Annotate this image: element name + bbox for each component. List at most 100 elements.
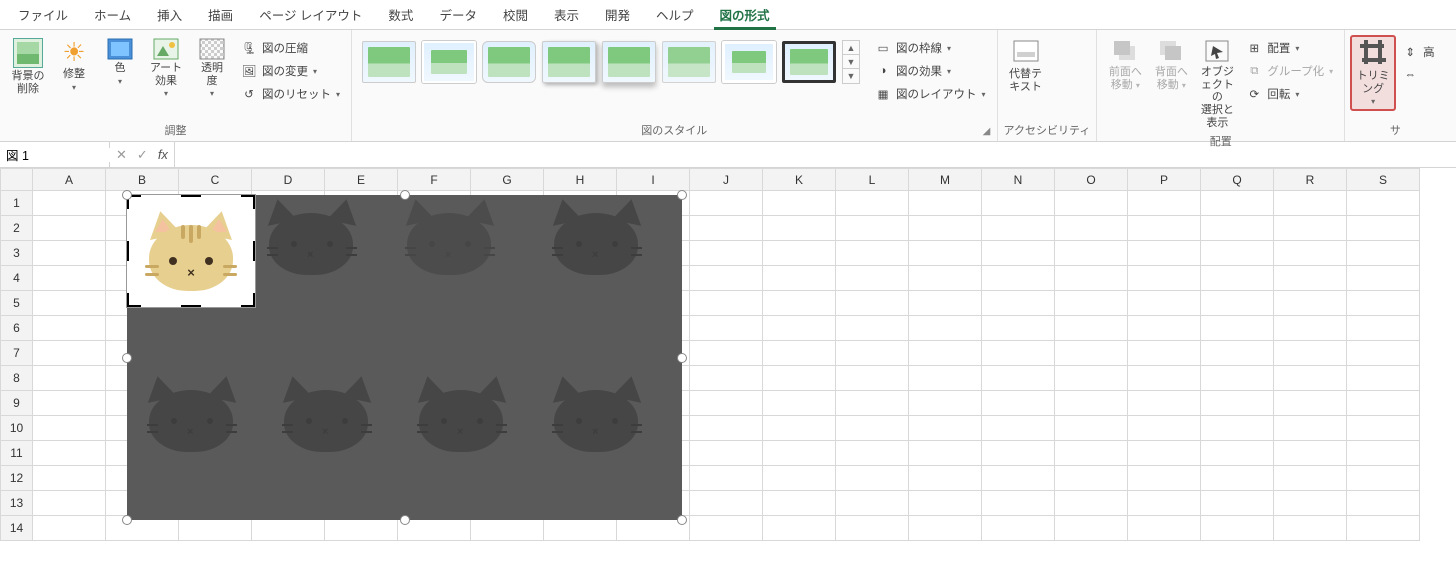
color-button[interactable]: 色▾ — [98, 36, 142, 89]
row-header-6[interactable]: 6 — [1, 316, 33, 341]
tab-help[interactable]: ヘルプ — [646, 0, 704, 29]
cell-M8[interactable] — [909, 366, 982, 391]
cell-R4[interactable] — [1274, 266, 1347, 291]
cell-L5[interactable] — [836, 291, 909, 316]
col-header-H[interactable]: H — [544, 169, 617, 191]
cell-A5[interactable] — [33, 291, 106, 316]
compress-pictures-button[interactable]: 🗜図の圧縮 — [238, 38, 343, 58]
cell-M7[interactable] — [909, 341, 982, 366]
cell-A9[interactable] — [33, 391, 106, 416]
cell-M14[interactable] — [909, 516, 982, 541]
enter-icon[interactable]: ✓ — [137, 147, 148, 163]
sel-handle-bl[interactable] — [122, 515, 132, 525]
worksheet-grid[interactable]: ABCDEFGHIJKLMNOPQRS 1234567891011121314 … — [0, 168, 1456, 578]
cell-S1[interactable] — [1347, 191, 1420, 216]
cell-L11[interactable] — [836, 441, 909, 466]
tab-view[interactable]: 表示 — [544, 0, 589, 29]
cell-R10[interactable] — [1274, 416, 1347, 441]
cell-R7[interactable] — [1274, 341, 1347, 366]
cell-P6[interactable] — [1128, 316, 1201, 341]
crop-handle-br[interactable] — [241, 293, 255, 307]
crop-handle-b[interactable] — [181, 305, 201, 307]
row-header-8[interactable]: 8 — [1, 366, 33, 391]
crop-handle-tr[interactable] — [241, 195, 255, 209]
cell-M1[interactable] — [909, 191, 982, 216]
cell-K3[interactable] — [763, 241, 836, 266]
col-header-F[interactable]: F — [398, 169, 471, 191]
cell-J8[interactable] — [690, 366, 763, 391]
crop-handle-r[interactable] — [253, 241, 255, 261]
cell-R12[interactable] — [1274, 466, 1347, 491]
cell-R13[interactable] — [1274, 491, 1347, 516]
cell-L6[interactable] — [836, 316, 909, 341]
col-header-B[interactable]: B — [106, 169, 179, 191]
cell-P1[interactable] — [1128, 191, 1201, 216]
cell-P14[interactable] — [1128, 516, 1201, 541]
cell-O7[interactable] — [1055, 341, 1128, 366]
cell-P2[interactable] — [1128, 216, 1201, 241]
col-header-S[interactable]: S — [1347, 169, 1420, 191]
cell-A7[interactable] — [33, 341, 106, 366]
cell-Q4[interactable] — [1201, 266, 1274, 291]
col-header-O[interactable]: O — [1055, 169, 1128, 191]
cell-A2[interactable] — [33, 216, 106, 241]
cell-M10[interactable] — [909, 416, 982, 441]
cell-S3[interactable] — [1347, 241, 1420, 266]
cell-O12[interactable] — [1055, 466, 1128, 491]
cell-P4[interactable] — [1128, 266, 1201, 291]
cell-O4[interactable] — [1055, 266, 1128, 291]
cell-N9[interactable] — [982, 391, 1055, 416]
cell-A6[interactable] — [33, 316, 106, 341]
cell-N11[interactable] — [982, 441, 1055, 466]
reset-picture-button[interactable]: ↺図のリセット ▾ — [238, 84, 343, 104]
cell-Q2[interactable] — [1201, 216, 1274, 241]
cell-A1[interactable] — [33, 191, 106, 216]
cell-N1[interactable] — [982, 191, 1055, 216]
cell-Q14[interactable] — [1201, 516, 1274, 541]
col-header-N[interactable]: N — [982, 169, 1055, 191]
col-header-C[interactable]: C — [179, 169, 252, 191]
cell-O5[interactable] — [1055, 291, 1128, 316]
col-header-M[interactable]: M — [909, 169, 982, 191]
cell-J1[interactable] — [690, 191, 763, 216]
select-all-corner[interactable] — [1, 169, 33, 191]
cell-M6[interactable] — [909, 316, 982, 341]
cell-M5[interactable] — [909, 291, 982, 316]
name-box[interactable]: ▼ — [0, 142, 110, 167]
style-thumb-3[interactable] — [482, 41, 536, 83]
tab-draw[interactable]: 描画 — [198, 0, 243, 29]
cell-O3[interactable] — [1055, 241, 1128, 266]
col-header-K[interactable]: K — [763, 169, 836, 191]
cell-J4[interactable] — [690, 266, 763, 291]
row-header-3[interactable]: 3 — [1, 241, 33, 266]
transparency-button[interactable]: 透明 度▾ — [190, 36, 234, 102]
cell-M13[interactable] — [909, 491, 982, 516]
cell-J2[interactable] — [690, 216, 763, 241]
cell-N12[interactable] — [982, 466, 1055, 491]
cell-Q10[interactable] — [1201, 416, 1274, 441]
cell-K10[interactable] — [763, 416, 836, 441]
picture-border-button[interactable]: ▭図の枠線 ▾ — [872, 38, 989, 58]
style-thumb-5[interactable] — [602, 41, 656, 83]
cell-P11[interactable] — [1128, 441, 1201, 466]
cell-Q8[interactable] — [1201, 366, 1274, 391]
gallery-more-icon[interactable]: ▼ — [843, 69, 859, 83]
cell-A4[interactable] — [33, 266, 106, 291]
cell-S5[interactable] — [1347, 291, 1420, 316]
style-thumb-2[interactable] — [422, 41, 476, 83]
style-thumb-1[interactable] — [362, 41, 416, 83]
cell-M2[interactable] — [909, 216, 982, 241]
cell-K9[interactable] — [763, 391, 836, 416]
cell-J3[interactable] — [690, 241, 763, 266]
crop-button[interactable]: トリミング▾ — [1351, 36, 1395, 110]
cell-L8[interactable] — [836, 366, 909, 391]
cell-J5[interactable] — [690, 291, 763, 316]
crop-handle-l[interactable] — [127, 241, 129, 261]
cell-R6[interactable] — [1274, 316, 1347, 341]
cell-J9[interactable] — [690, 391, 763, 416]
row-header-14[interactable]: 14 — [1, 516, 33, 541]
cell-N2[interactable] — [982, 216, 1055, 241]
tab-data[interactable]: データ — [429, 0, 487, 29]
row-header-9[interactable]: 9 — [1, 391, 33, 416]
cell-L7[interactable] — [836, 341, 909, 366]
